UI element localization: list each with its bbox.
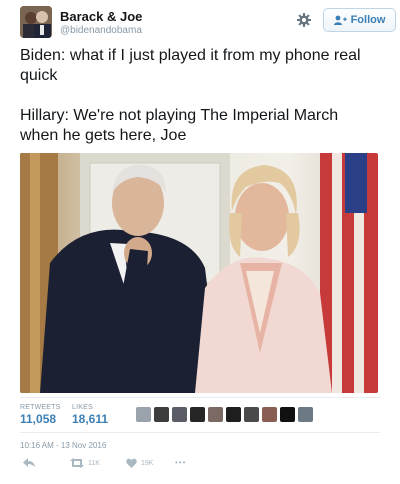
retweets-label: RETWEETS <box>20 404 61 411</box>
follow-button[interactable]: Follow <box>323 8 396 32</box>
liker-avatar[interactable] <box>172 407 187 422</box>
retweets-count: 11,058 <box>20 412 57 426</box>
more-icon: ••• <box>175 458 187 467</box>
liker-avatar[interactable] <box>262 407 277 422</box>
handle[interactable]: @bidenandobama <box>60 24 142 37</box>
likes-stat[interactable]: LIKES 18,611 <box>72 403 108 426</box>
retweets-stat[interactable]: RETWEETS 11,058 <box>20 403 61 426</box>
likes-label: LIKES <box>72 404 93 411</box>
add-user-icon <box>333 15 347 25</box>
liker-avatars <box>136 407 313 422</box>
tweet-actions: 11K 19K ••• <box>20 458 380 472</box>
avatar-image <box>20 6 52 38</box>
tweet-paragraph: Biden: what if I just played it from my … <box>20 47 361 84</box>
liker-avatar[interactable] <box>154 407 169 422</box>
photo-image <box>20 153 378 393</box>
like-button[interactable]: 19K <box>126 458 153 468</box>
display-name[interactable]: Barack & Joe <box>60 9 142 24</box>
tweet-text: Biden: what if I just played it from my … <box>20 46 380 166</box>
more-button[interactable]: ••• <box>175 458 186 467</box>
likes-count: 18,611 <box>72 412 109 426</box>
avatar[interactable] <box>20 6 52 38</box>
retweet-button[interactable]: 11K <box>70 458 100 468</box>
liker-avatar[interactable] <box>298 407 313 422</box>
tweet-paragraph: Hillary: We're not playing The Imperial … <box>20 107 339 144</box>
liker-avatar[interactable] <box>226 407 241 422</box>
liker-avatar[interactable] <box>244 407 259 422</box>
liker-avatar[interactable] <box>208 407 223 422</box>
gear-icon[interactable] <box>296 12 312 28</box>
follow-label: Follow <box>350 14 386 26</box>
liker-avatar[interactable] <box>190 407 205 422</box>
author-names: Barack & Joe @bidenandobama <box>60 9 142 37</box>
liker-avatar[interactable] <box>280 407 295 422</box>
tweet-timestamp[interactable]: 10:16 AM - 13 Nov 2016 <box>20 441 106 450</box>
retweet-icon <box>70 458 84 468</box>
reply-icon <box>23 458 35 467</box>
heart-icon <box>126 458 137 468</box>
liker-avatar[interactable] <box>136 407 151 422</box>
reply-button[interactable] <box>23 458 35 468</box>
tweet-header: Barack & Joe @bidenandobama Follow <box>20 6 396 40</box>
like-count: 19K <box>141 459 154 467</box>
tweet-photo[interactable] <box>20 153 378 393</box>
tweet-stats: RETWEETS 11,058 LIKES 18,611 <box>20 397 380 433</box>
retweet-count: 11K <box>88 459 100 467</box>
